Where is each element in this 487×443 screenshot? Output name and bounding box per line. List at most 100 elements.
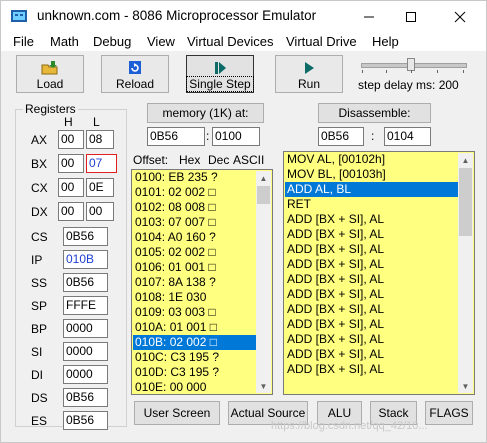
single-step-button[interactable]: Single Step [186,55,254,93]
slider-tick [437,70,438,73]
reg-ds-value[interactable]: 0B56 [63,388,108,407]
reg-es-value[interactable]: 0B56 [63,411,108,430]
menu-view[interactable]: View [147,34,175,49]
user-screen-button[interactable]: User Screen [134,401,220,425]
memory-line[interactable]: 0106: 01 001 □ [133,260,256,275]
memory-line[interactable]: 0104: A0 160 ? [133,230,256,245]
reg-sp-value[interactable]: FFFE [63,296,108,315]
disassembly-line[interactable]: ADD [BX + SI], AL [285,332,458,347]
reg-ax-label: AX [31,133,48,147]
title-bar[interactable]: unknown.com - 8086 Microprocessor Emulat… [1,1,486,33]
close-button[interactable] [445,4,475,30]
reg-di-label: DI [31,368,43,382]
disassembly-line[interactable]: ADD [BX + SI], AL [285,272,458,287]
minimize-icon [364,16,374,18]
maximize-button[interactable] [396,4,426,30]
scroll-down-icon[interactable]: ▼ [458,379,473,393]
step-forward-icon [215,62,226,74]
memory-line[interactable]: 0107: 8A 138 ? [133,275,256,290]
memory-at-button[interactable]: memory (1K) at: [147,103,264,123]
scroll-up-icon[interactable]: ▲ [458,153,473,167]
memory-list[interactable]: 0100: EB 235 ? 0101: 02 002 □ 0102: 08 0… [131,169,273,395]
emulator-window: unknown.com - 8086 Microprocessor Emulat… [0,0,487,443]
high-byte-label: H [64,115,73,129]
reg-si-value[interactable]: 0000 [63,342,108,361]
menu-debug[interactable]: Debug [93,34,131,49]
memory-line[interactable]: 0108: 1E 030 [133,290,256,305]
disassemble-offset-input[interactable]: 0104 [384,127,431,146]
memory-header-hex: Hex [179,153,201,167]
scroll-up-icon[interactable]: ▲ [256,171,271,185]
watermark: https://blog.csdn.net/qq_42/10... [271,420,428,432]
reload-button[interactable]: Reload [101,55,169,93]
close-icon [454,11,466,23]
disassembly-line[interactable]: ADD [BX + SI], AL [285,257,458,272]
flags-button[interactable]: FLAGS [425,401,473,425]
reg-es-label: ES [31,414,48,428]
reg-ip-value[interactable]: 010B [63,250,108,269]
menu-file[interactable]: File [13,34,34,49]
slider-tick [411,70,412,73]
reg-bp-value[interactable]: 0000 [63,319,108,338]
menu-virtual-drive[interactable]: Virtual Drive [286,34,357,49]
memory-line[interactable]: 010E: 00 000 [133,380,256,394]
reg-cx-low[interactable]: 0E [86,178,114,197]
disassembly-line[interactable]: ADD [BX + SI], AL [285,212,458,227]
reg-ip-label: IP [31,253,43,267]
memory-line[interactable]: 0102: 08 008 □ [133,200,256,215]
disassembly-line[interactable]: ADD [BX + SI], AL [285,347,458,362]
menu-math[interactable]: Math [50,34,79,49]
disassembly-line[interactable]: ADD [BX + SI], AL [285,362,458,377]
memory-line[interactable]: 0100: EB 235 ? [133,170,256,185]
reg-ax-low[interactable]: 08 [86,130,114,149]
reg-bx-label: BX [31,157,48,171]
reg-bx-low[interactable]: 07 [86,154,117,173]
disassembly-line[interactable]: ADD [BX + SI], AL [285,242,458,257]
disassembly-line[interactable]: ADD [BX + SI], AL [285,287,458,302]
menu-bar: File Math Debug View Virtual Devices Vir… [1,33,486,51]
disassembly-line[interactable]: ADD [BX + SI], AL [285,302,458,317]
memory-scrollbar[interactable]: ▲ ▼ [256,171,271,393]
disassembly-scrollbar[interactable]: ▲ ▼ [458,153,473,393]
minimize-button[interactable] [354,4,384,30]
play-icon [305,62,314,74]
disassembly-line[interactable]: RET [285,197,458,212]
memory-line[interactable]: 010D: C3 195 ? [133,365,256,380]
reg-di-value[interactable]: 0000 [63,365,108,384]
memory-line[interactable]: 010A: 01 001 □ [133,320,256,335]
disassembly-scroll-thumb[interactable] [459,168,472,236]
memory-offset-input[interactable]: 0100 [212,127,260,146]
disassembly-list[interactable]: MOV AL, [00102h] MOV BL, [00103h] ADD AL… [283,151,475,395]
reg-cx-high[interactable]: 00 [58,178,84,197]
reg-bp-label: BP [31,322,48,336]
disassembly-line[interactable]: MOV AL, [00102h] [285,152,458,167]
reg-ss-value[interactable]: 0B56 [63,273,108,292]
load-button[interactable]: Load [16,55,84,93]
disassembly-line[interactable]: MOV BL, [00103h] [285,167,458,182]
memory-line[interactable]: 0109: 03 003 □ [133,305,256,320]
memory-line-selected[interactable]: 010B: 02 002 □ [133,335,256,350]
memory-line[interactable]: 0105: 02 002 □ [133,245,256,260]
memory-line[interactable]: 0103: 07 007 □ [133,215,256,230]
reg-dx-high[interactable]: 00 [58,202,84,221]
disassembly-line-selected[interactable]: ADD AL, BL [285,182,458,197]
disassemble-segment-input[interactable]: 0B56 [318,127,364,146]
reg-bx-high[interactable]: 00 [58,154,84,173]
disassembly-line[interactable]: ADD [BX + SI], AL [285,227,458,242]
memory-line[interactable]: 0101: 02 002 □ [133,185,256,200]
menu-virtual-devices[interactable]: Virtual Devices [187,34,273,49]
reg-cs-value[interactable]: 0B56 [63,227,108,246]
low-byte-label: L [93,115,100,129]
scroll-down-icon[interactable]: ▼ [256,379,271,393]
menu-help[interactable]: Help [372,34,399,49]
disassemble-button[interactable]: Disassemble: [318,103,431,123]
memory-segment-input[interactable]: 0B56 [147,127,205,146]
reg-ss-label: SS [31,276,48,290]
load-label: Load [36,77,64,91]
run-button[interactable]: Run [275,55,343,93]
reg-ax-high[interactable]: 00 [58,130,84,149]
memory-line[interactable]: 010C: C3 195 ? [133,350,256,365]
disassembly-line[interactable]: ADD [BX + SI], AL [285,317,458,332]
reg-dx-low[interactable]: 00 [86,202,114,221]
memory-scroll-thumb[interactable] [257,186,270,204]
